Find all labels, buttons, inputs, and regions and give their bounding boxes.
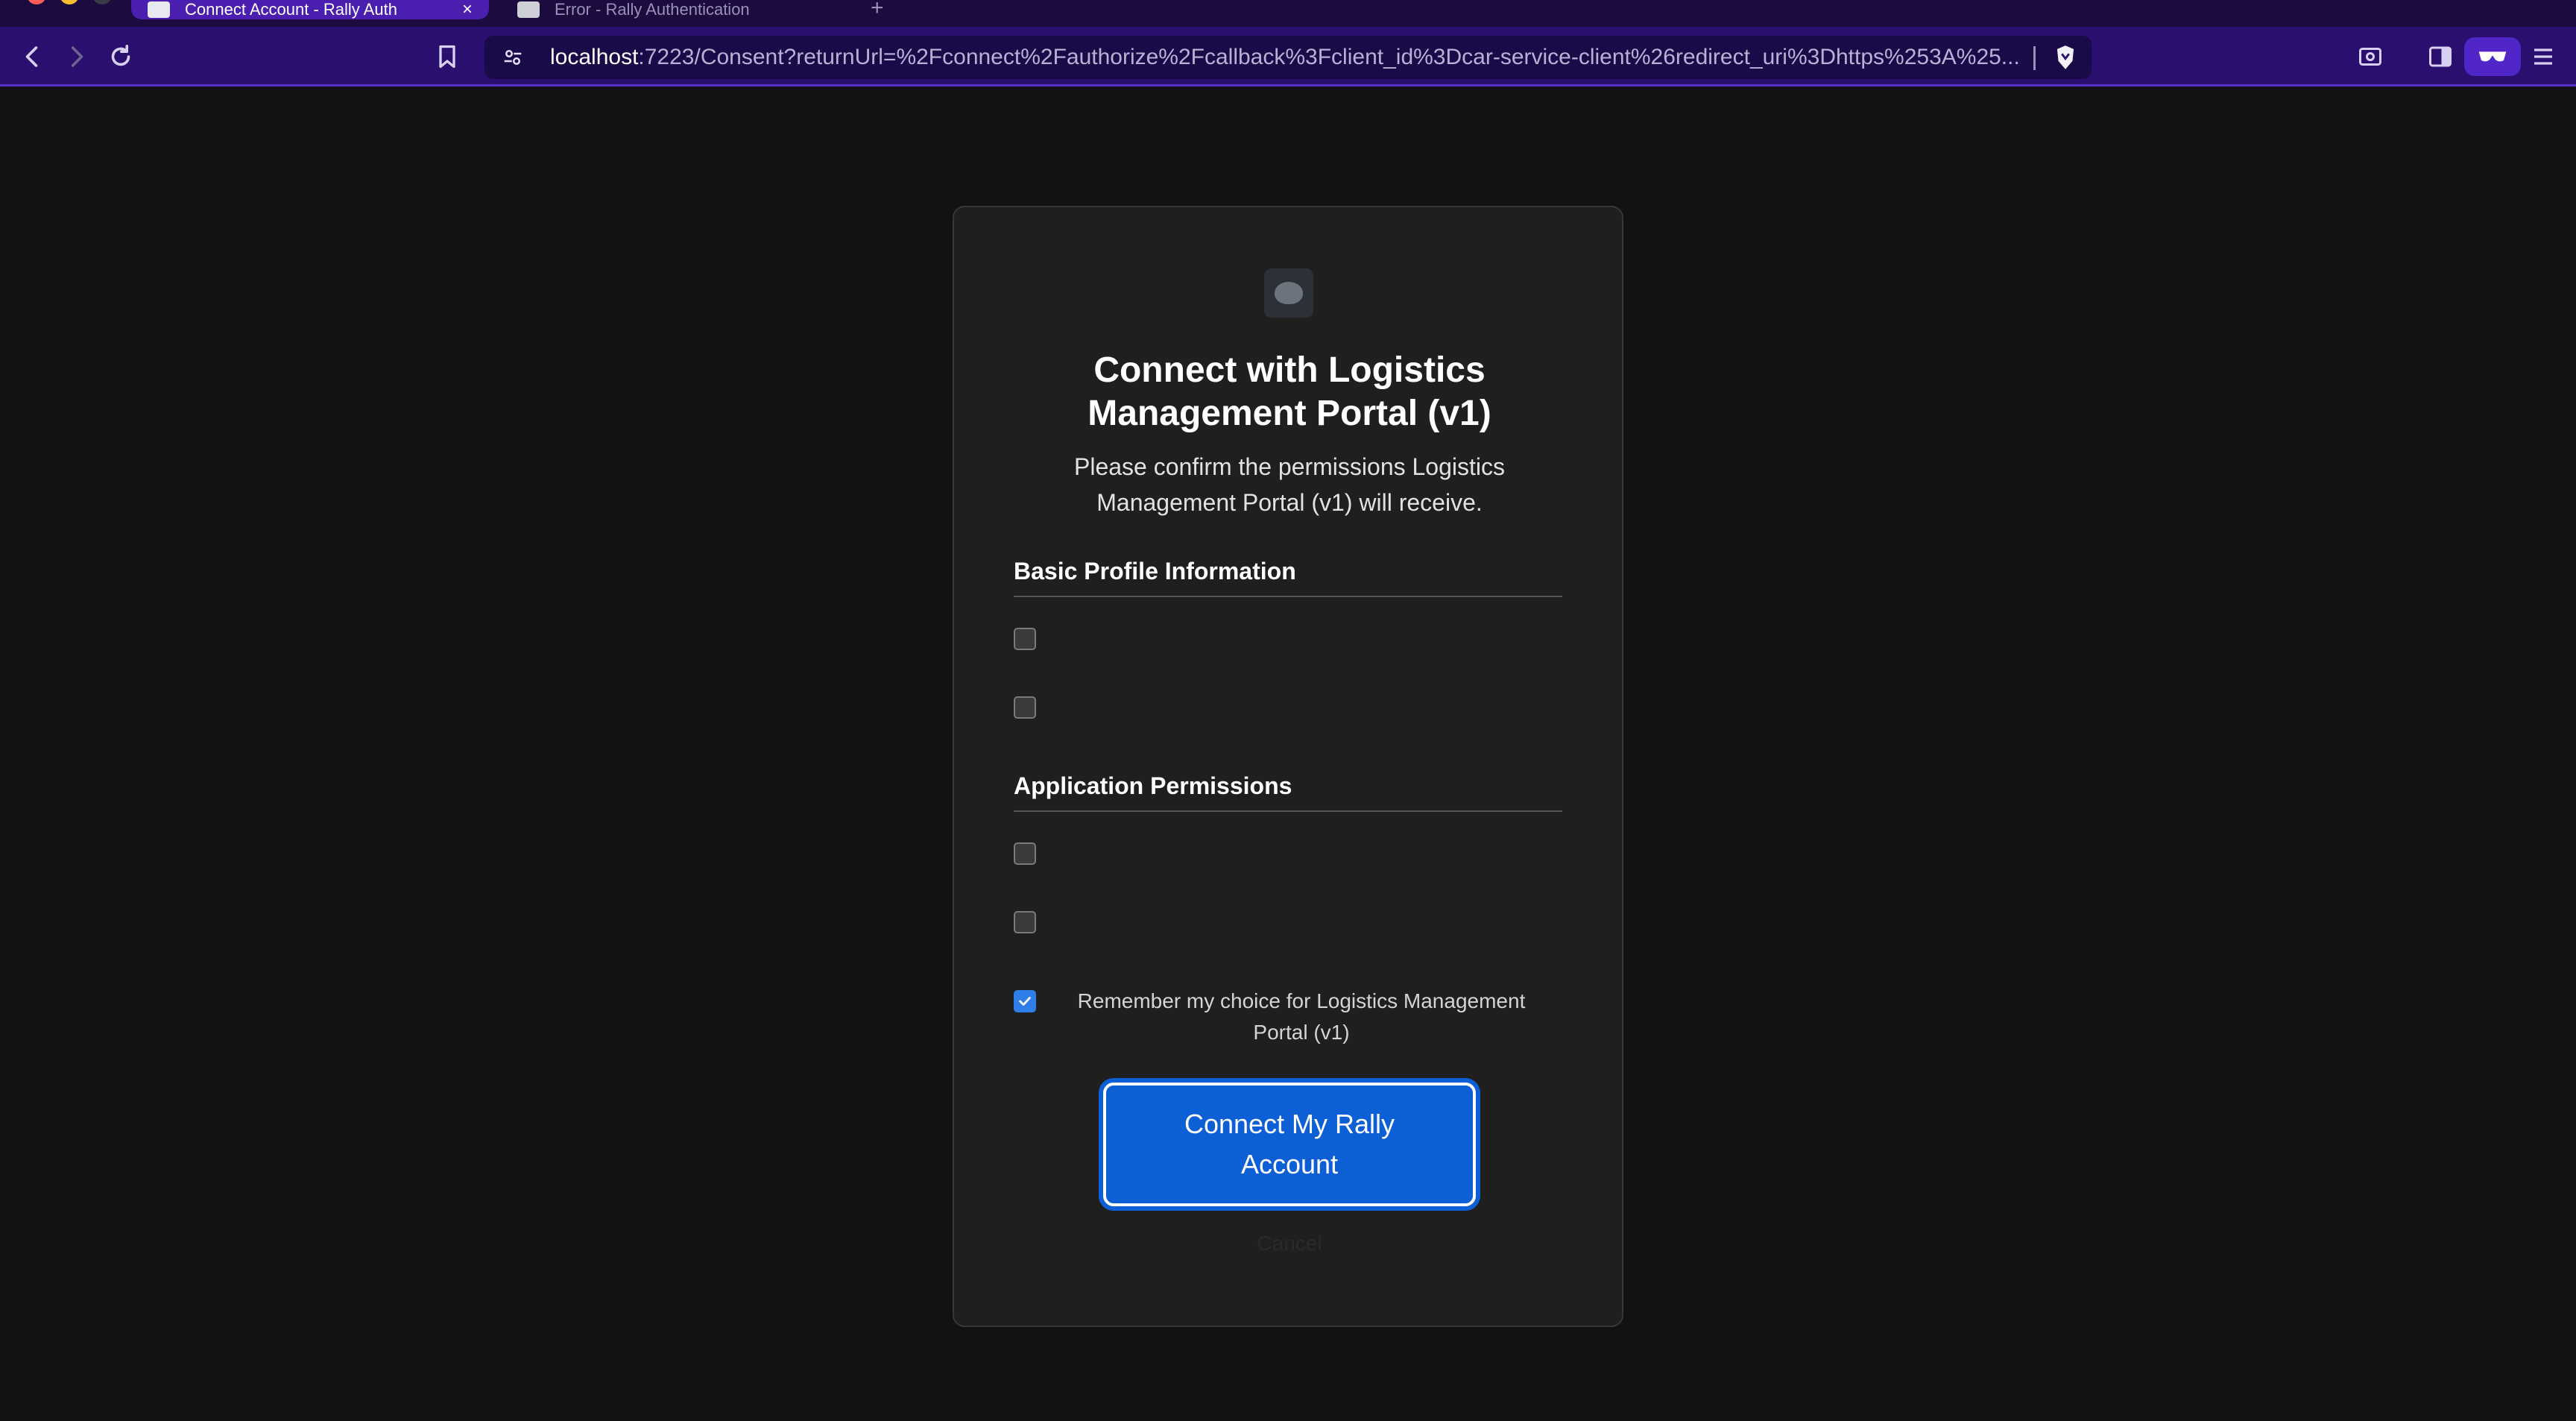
brave-shields-icon[interactable] xyxy=(2051,43,2080,72)
chevron-left-icon xyxy=(25,46,38,67)
consent-card: Connect with Logistics Management Portal… xyxy=(953,206,1623,1327)
forward-button[interactable] xyxy=(55,36,97,78)
cancel-link[interactable]: Cancel xyxy=(1215,1232,1364,1255)
address-bar[interactable]: localhost:7223/Consent?returnUrl=%2Fconn… xyxy=(484,36,2092,79)
screenshot-button[interactable] xyxy=(2349,36,2391,78)
menu-button[interactable] xyxy=(2522,36,2564,78)
screenshot-icon xyxy=(2359,48,2381,66)
section-heading-basic-profile: Basic Profile Information xyxy=(1014,558,1562,597)
browser-toolbar: localhost:7223/Consent?returnUrl=%2Fconn… xyxy=(0,27,2576,86)
tab-strip: Connect Account - Rally Auth × Error - R… xyxy=(0,0,2576,27)
sidebar-icon xyxy=(2429,46,2452,67)
page-title: Connect with Logistics Management Portal… xyxy=(1087,350,1491,433)
client-logo xyxy=(1264,268,1313,318)
remember-choice-label[interactable]: Remember my choice for Logistics Managem… xyxy=(1070,986,1532,1048)
connect-account-button[interactable]: Connect My Rally Account xyxy=(1103,1083,1476,1206)
glasses-icon xyxy=(2478,51,2507,62)
reload-button[interactable] xyxy=(100,36,142,78)
private-mode-button[interactable] xyxy=(2464,37,2521,76)
zoom-window-button[interactable] xyxy=(92,0,112,4)
tab-title: Error - Rally Authentication xyxy=(555,0,750,19)
chevron-right-icon xyxy=(71,46,83,67)
bookmark-button[interactable] xyxy=(426,36,468,78)
scope-checkbox[interactable] xyxy=(1014,911,1036,933)
bookmark-icon xyxy=(439,45,455,69)
close-window-button[interactable] xyxy=(27,0,46,4)
checkmark-icon xyxy=(1019,997,1031,1006)
tab-favicon-icon xyxy=(148,1,170,18)
page-subtitle: Please confirm the permissions Logistics… xyxy=(1073,453,1505,516)
tab-favicon-icon xyxy=(517,1,540,18)
reload-icon xyxy=(111,44,130,66)
url-host: localhost xyxy=(550,45,639,69)
url-text[interactable]: localhost:7223/Consent?returnUrl=%2Fconn… xyxy=(550,45,2018,70)
hamburger-menu-icon xyxy=(2534,48,2552,65)
minimize-window-button[interactable] xyxy=(60,0,79,4)
scope-checkbox[interactable] xyxy=(1014,628,1036,650)
remember-choice-checkbox[interactable] xyxy=(1014,990,1036,1012)
scope-checkbox[interactable] xyxy=(1014,696,1036,719)
back-button[interactable] xyxy=(12,36,54,78)
tab-error[interactable]: Error - Rally Authentication xyxy=(501,0,844,19)
close-tab-icon[interactable]: × xyxy=(462,0,473,19)
tab-connect-account[interactable]: Connect Account - Rally Auth × xyxy=(131,0,489,19)
url-path: :7223/Consent?returnUrl=%2Fconnect%2Faut… xyxy=(638,45,2018,69)
scope-checkbox[interactable] xyxy=(1014,842,1036,865)
client-logo-icon xyxy=(1275,282,1303,304)
sidebar-toggle-button[interactable] xyxy=(2419,36,2461,78)
new-tab-button[interactable]: + xyxy=(871,0,884,21)
site-settings-icon[interactable] xyxy=(498,42,528,72)
section-heading-app-permissions: Application Permissions xyxy=(1014,772,1562,812)
url-divider xyxy=(2033,46,2036,70)
tab-title: Connect Account - Rally Auth xyxy=(185,0,397,19)
